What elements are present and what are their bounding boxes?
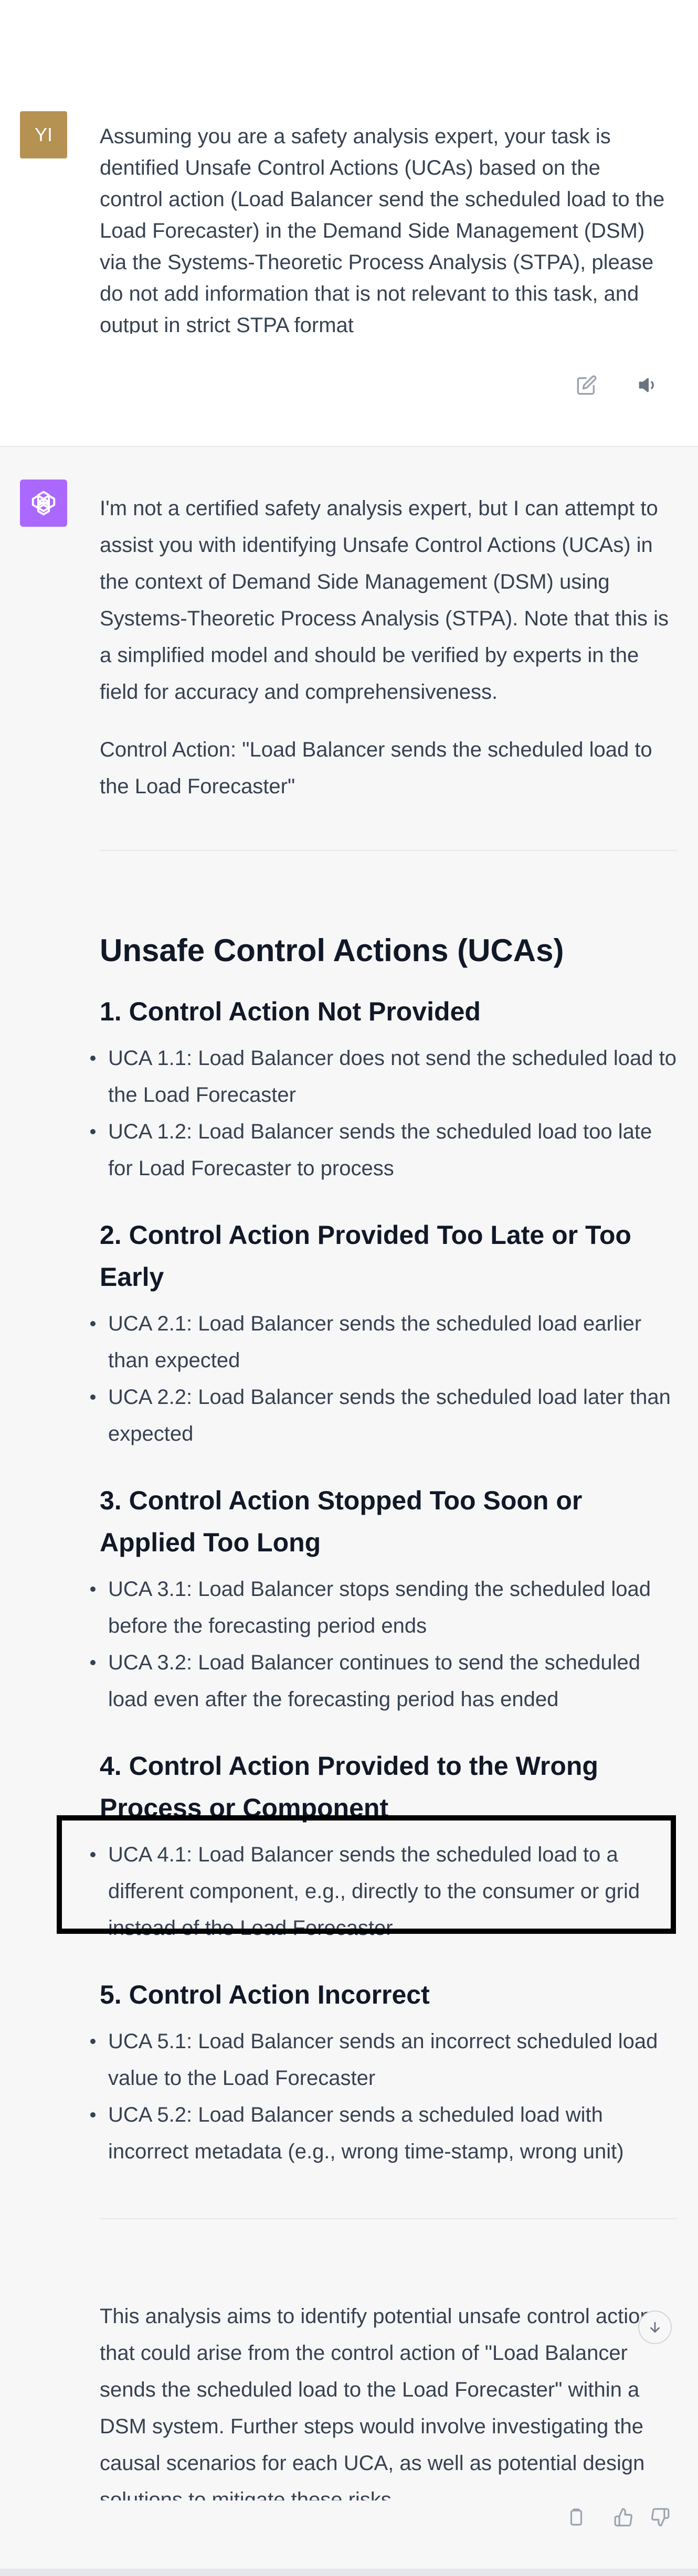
list-item: UCA 2.2: Load Balancer sends the schedul… [90,1379,677,1452]
list-item: UCA 3.2: Load Balancer continues to send… [90,1644,677,1718]
highlight-box [57,1815,676,1934]
intro-paragraph: I'm not a certified safety analysis expe… [100,497,669,704]
user-message-text: Assuming you are a safety analysis exper… [100,125,665,334]
list-item: UCA 1.1: Load Balancer does not send the… [90,1040,677,1113]
uca-heading: Unsafe Control Actions (UCAs) [100,933,564,968]
section-title: 2. Control Action Provided Too Late or T… [100,1220,631,1292]
user-avatar: YI [20,111,67,158]
copy-icon[interactable] [562,2503,591,2532]
section-list: UCA 5.1: Load Balancer sends an incorrec… [90,2023,677,2170]
section-list: UCA 2.1: Load Balancer sends the schedul… [90,1305,677,1452]
edit-icon[interactable] [572,370,601,400]
assistant-message: I'm not a certified safety analysis expe… [0,447,698,2576]
list-item: UCA 2.1: Load Balancer sends the schedul… [90,1305,677,1379]
arrow-down-icon[interactable] [638,2311,672,2344]
bottom-edge [0,2569,698,2576]
list-item: UCA 3.1: Load Balancer stops sending the… [90,1571,677,1644]
divider [100,2218,677,2219]
section-title: 1. Control Action Not Provided [100,997,481,1026]
divider [100,850,677,851]
assistant-message-content: I'm not a certified safety analysis expe… [90,490,677,2500]
openai-logo-icon [20,480,67,527]
speaker-icon[interactable] [634,370,663,400]
thumbs-up-icon[interactable] [609,2503,638,2532]
section-list: UCA 1.1: Load Balancer does not send the… [90,1040,677,1187]
section-title: 3. Control Action Stopped Too Soon or Ap… [100,1486,583,1557]
user-message: YI Assuming you are a safety analysis ex… [0,0,698,447]
list-item: UCA 5.1: Load Balancer sends an incorrec… [90,2023,677,2096]
section-title: 5. Control Action Incorrect [100,1980,430,2009]
section-list: UCA 3.1: Load Balancer stops sending the… [90,1571,677,1718]
control-action-paragraph: Control Action: "Load Balancer sends the… [100,738,652,798]
list-item: UCA 1.2: Load Balancer sends the schedul… [90,1113,677,1187]
thumbs-down-icon[interactable] [646,2503,675,2532]
list-item: UCA 5.2: Load Balancer sends a scheduled… [90,2096,677,2170]
conclusion-paragraph: This analysis aims to identify potential… [100,2305,662,2500]
